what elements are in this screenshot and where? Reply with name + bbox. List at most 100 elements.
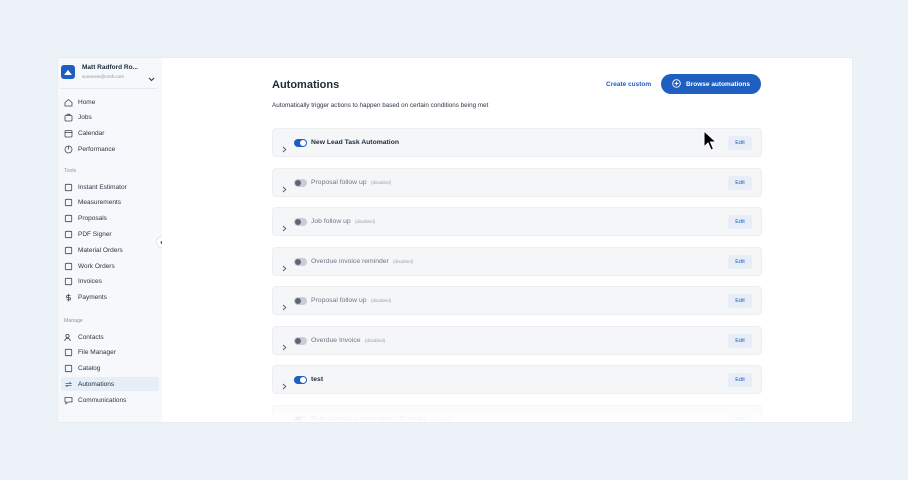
sidebar-item-label: Measurements: [78, 199, 121, 207]
sidebar-item-invoices[interactable]: Invoices: [61, 275, 159, 289]
automation-name: New Lead Task Automation: [311, 139, 399, 146]
page-title: Automations: [272, 79, 340, 91]
payments-icon: [64, 293, 73, 302]
app-window: Matt Radford Ro... someone@roofr.com Hom…: [58, 58, 852, 422]
invoices-icon: [64, 277, 73, 286]
sidebar-item-material-orders[interactable]: Material Orders: [61, 243, 159, 257]
chevron-right-icon[interactable]: [282, 180, 287, 198]
sidebar-item-catalog[interactable]: Catalog: [61, 362, 159, 376]
sidebar-item-pdf-signer[interactable]: PDF Signer: [61, 227, 159, 241]
automation-row[interactable]: Proposal follow up (disabled) Edit: [272, 167, 762, 198]
sidebar-item-proposals[interactable]: Proposals: [61, 212, 159, 226]
catalog-icon: [64, 364, 73, 373]
edit-button[interactable]: Edit: [728, 136, 752, 150]
chevron-right-icon[interactable]: [282, 219, 287, 237]
sidebar-item-label: Automations: [78, 380, 115, 388]
automation-row[interactable]: New Lead Task Automation Edit: [272, 128, 762, 157]
sidebar-item-contacts[interactable]: Contacts: [61, 330, 159, 344]
sidebar-item-communications[interactable]: Communications: [61, 393, 159, 407]
automation-name: Overdue Invoice: [311, 336, 361, 344]
automation-toggle[interactable]: [294, 257, 307, 266]
sidebar-item-measurements[interactable]: Measurements: [61, 196, 159, 210]
mouse-cursor-icon: [703, 129, 718, 157]
toggle-knob: [300, 377, 306, 383]
scroll-fade: [162, 392, 852, 422]
automation-row[interactable]: Proposal follow up (disabled) Edit: [272, 286, 762, 315]
automation-toggle[interactable]: [294, 297, 307, 305]
automation-name: test: [311, 376, 324, 383]
estimator-icon: [64, 183, 73, 192]
home-icon: [64, 98, 73, 107]
automation-name: Overdue invoice reminder: [311, 257, 389, 265]
chevron-right-icon[interactable]: [282, 259, 287, 277]
sidebar-item-performance[interactable]: Performance: [61, 142, 159, 156]
automation-name: Job follow up: [311, 218, 351, 225]
sidebar-item-file-manager[interactable]: File Manager: [61, 346, 159, 360]
create-custom-link[interactable]: Create custom: [606, 81, 651, 88]
sidebar-item-payments[interactable]: Payments: [61, 291, 159, 305]
edit-button[interactable]: Edit: [728, 175, 752, 190]
account-switcher[interactable]: Matt Radford Ro... someone@roofr.com: [61, 63, 157, 85]
edit-button[interactable]: Edit: [728, 215, 752, 229]
sidebar: Matt Radford Ro... someone@roofr.com Hom…: [58, 58, 163, 422]
proposals-icon: [64, 214, 73, 223]
performance-icon: [64, 145, 73, 154]
sidebar-item-label: Communications: [78, 396, 127, 404]
chevron-right-icon[interactable]: [282, 338, 287, 356]
toggle-knob: [295, 258, 301, 265]
automation-toggle[interactable]: [294, 376, 307, 384]
edit-button[interactable]: Edit: [728, 373, 752, 387]
toggle-knob: [295, 219, 301, 225]
automation-name: Proposal follow up: [311, 178, 367, 186]
automation-row[interactable]: Overdue Invoice (disabled) Edit: [272, 325, 762, 356]
sidebar-item-label: Proposals: [78, 215, 107, 223]
measurements-icon: [64, 198, 73, 207]
sidebar-item-label: Jobs: [78, 114, 92, 122]
automation-row[interactable]: Job follow up (disabled) Edit: [272, 207, 762, 236]
calendar-icon: [64, 129, 73, 138]
edit-button[interactable]: Edit: [728, 294, 752, 308]
automation-toggle[interactable]: [294, 336, 307, 345]
automation-row[interactable]: Overdue invoice reminder (disabled) Edit: [272, 246, 762, 277]
chevron-right-icon[interactable]: [282, 140, 287, 158]
automation-toggle[interactable]: [294, 218, 307, 226]
toggle-knob: [295, 179, 301, 186]
sidebar-item-calendar[interactable]: Calendar: [61, 127, 159, 141]
automation-toggle[interactable]: [294, 178, 307, 187]
edit-button[interactable]: Edit: [728, 333, 752, 348]
automation-toggle[interactable]: [294, 139, 307, 147]
pdf-signer-icon: [64, 230, 73, 239]
sidebar-item-jobs[interactable]: Jobs: [61, 111, 159, 125]
automation-name: Proposal follow up: [311, 297, 367, 304]
main-content: Automations Automatically trigger action…: [162, 58, 852, 422]
chevron-down-icon[interactable]: [148, 69, 155, 87]
sidebar-item-home[interactable]: Home: [61, 95, 159, 109]
material-orders-icon: [64, 246, 73, 255]
section-label-tools: Tools: [64, 168, 77, 174]
sidebar-item-label: PDF Signer: [78, 230, 112, 238]
sidebar-item-work-orders[interactable]: Work Orders: [61, 259, 159, 273]
sidebar-item-instant-estimator[interactable]: Instant Estimator: [61, 180, 159, 194]
sidebar-item-label: File Manager: [78, 349, 116, 357]
sidebar-item-label: Material Orders: [78, 246, 123, 254]
sidebar-item-label: Calendar: [78, 130, 105, 138]
page-description: Automatically trigger actions to happen …: [272, 102, 489, 109]
work-orders-icon: [64, 262, 73, 271]
sidebar-item-automations[interactable]: Automations: [61, 377, 159, 392]
browse-automations-button[interactable]: Browse automations: [661, 74, 761, 94]
automation-status: (disabled): [365, 337, 386, 343]
sidebar-item-label: Invoices: [78, 278, 102, 286]
automation-status: (disabled): [393, 258, 414, 264]
section-label-manage: Manage: [64, 318, 83, 324]
automation-status: (disabled): [371, 179, 392, 185]
chevron-right-icon[interactable]: [282, 298, 287, 316]
account-email: someone@roofr.com: [82, 74, 124, 79]
automations-icon: [64, 380, 73, 389]
toggle-knob: [295, 337, 301, 344]
divider: [61, 88, 157, 89]
plus-circle-icon: [672, 78, 681, 90]
sidebar-item-label: Catalog: [78, 365, 101, 373]
edit-button[interactable]: Edit: [728, 254, 752, 269]
jobs-icon: [64, 113, 73, 122]
automation-row[interactable]: test Edit: [272, 365, 762, 394]
